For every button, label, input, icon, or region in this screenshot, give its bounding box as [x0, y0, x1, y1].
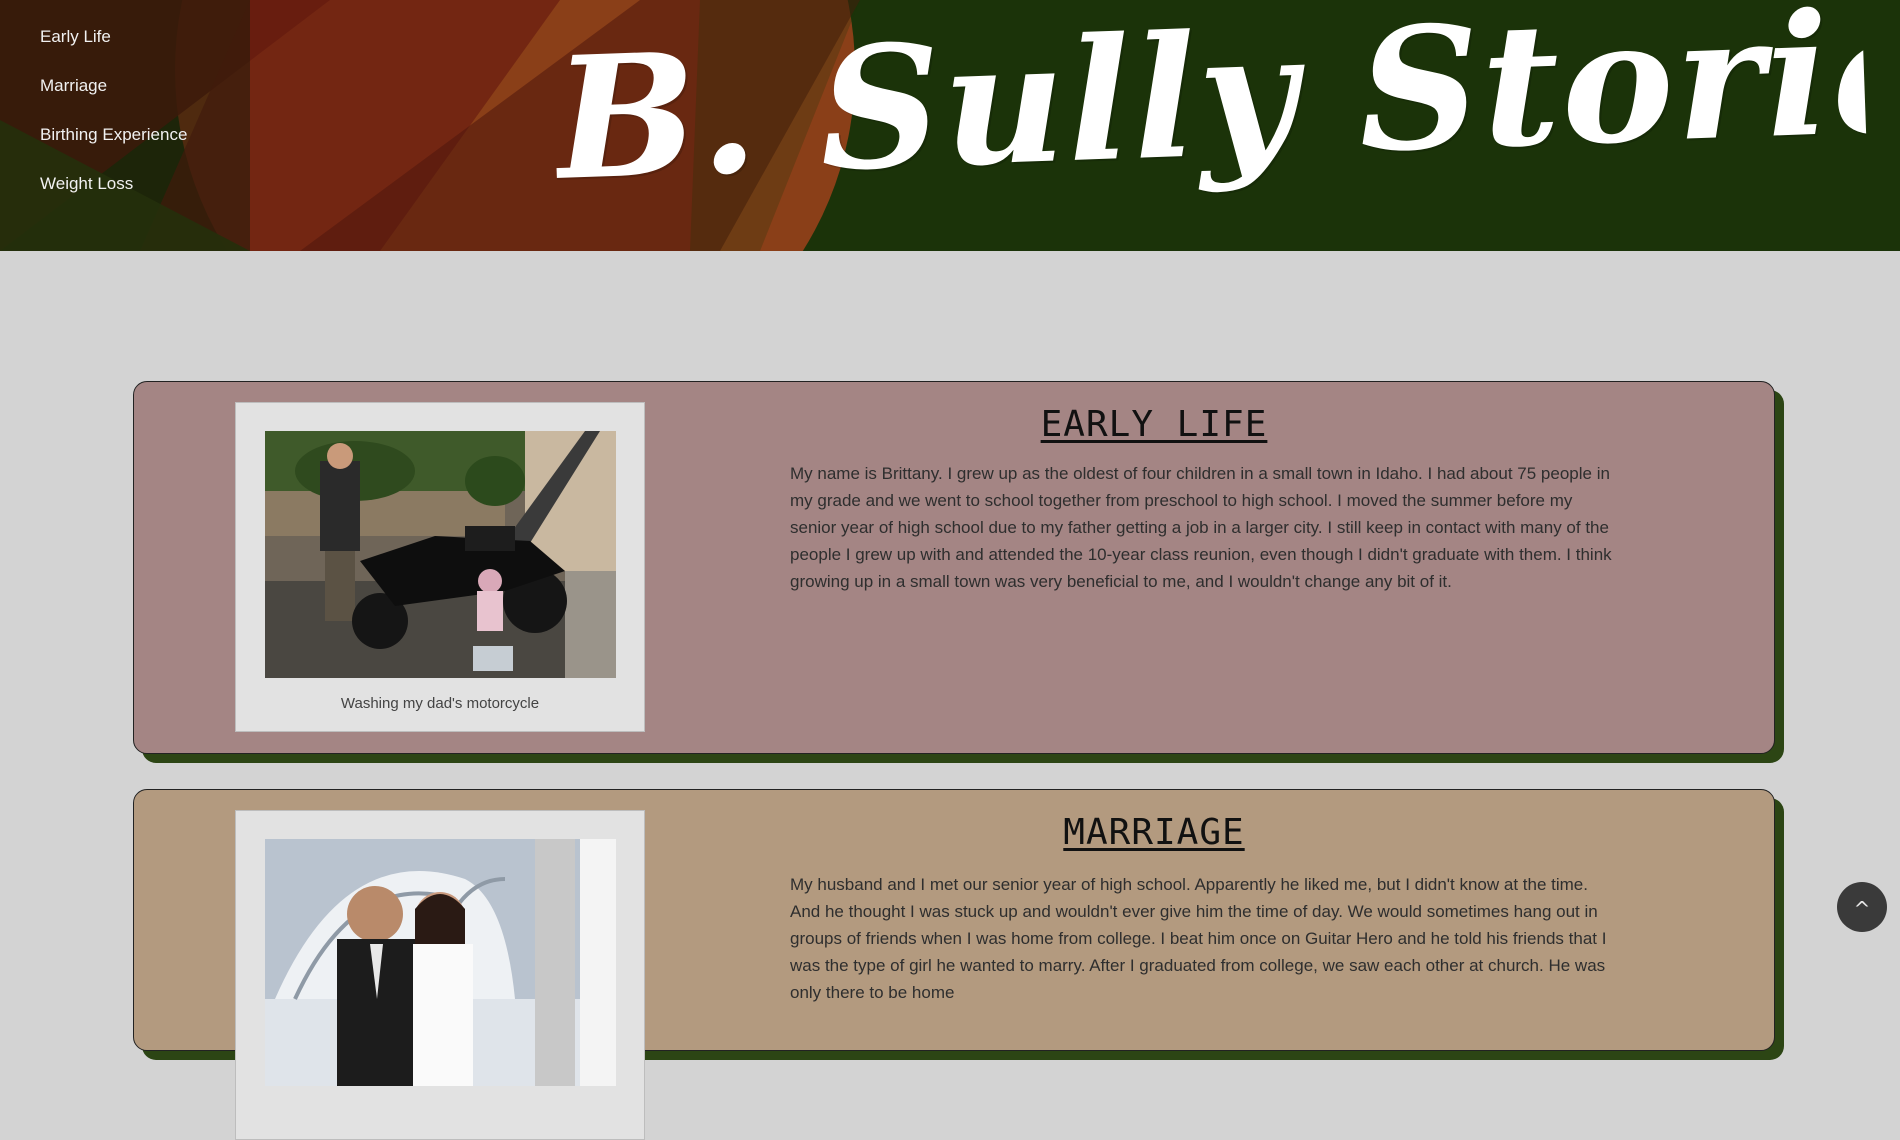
- nav-link-weight-loss[interactable]: Weight Loss: [40, 171, 187, 220]
- site-header-banner: Early Life Marriage Birthing Experience …: [0, 0, 1900, 251]
- nav-link-birthing-experience[interactable]: Birthing Experience: [40, 122, 187, 171]
- photo-frame: Washing my dad's motorcycle: [235, 402, 645, 732]
- story-card-early-life: Washing my dad's motorcycle EARLY LIFE M…: [133, 381, 1775, 754]
- wedding-photo-image: [265, 839, 616, 1086]
- photo-caption: Washing my dad's motorcycle: [340, 695, 540, 712]
- story-text-marriage: My husband and I met our senior year of …: [790, 875, 1607, 1002]
- story-card-marriage: MARRIAGE My husband and I met our senior…: [133, 789, 1775, 1140]
- nav-link-marriage[interactable]: Marriage: [40, 73, 187, 122]
- photo-frame: [235, 810, 645, 1140]
- main-navigation: Early Life Marriage Birthing Experience …: [40, 24, 187, 220]
- story-text-early-life: My name is Brittany. I grew up as the ol…: [790, 464, 1612, 591]
- site-title: B. Sully Stories: [551, 0, 1869, 218]
- nav-link-early-life[interactable]: Early Life: [40, 24, 187, 73]
- story-title-marriage: MARRIAGE: [1063, 812, 1245, 853]
- story-title-early-life: EARLY LIFE: [1040, 404, 1268, 445]
- early-life-photo: [265, 431, 616, 678]
- motorcycle-photo-image: [265, 431, 616, 678]
- back-to-top-button[interactable]: ^: [1837, 882, 1887, 932]
- marriage-photo: [265, 839, 616, 1086]
